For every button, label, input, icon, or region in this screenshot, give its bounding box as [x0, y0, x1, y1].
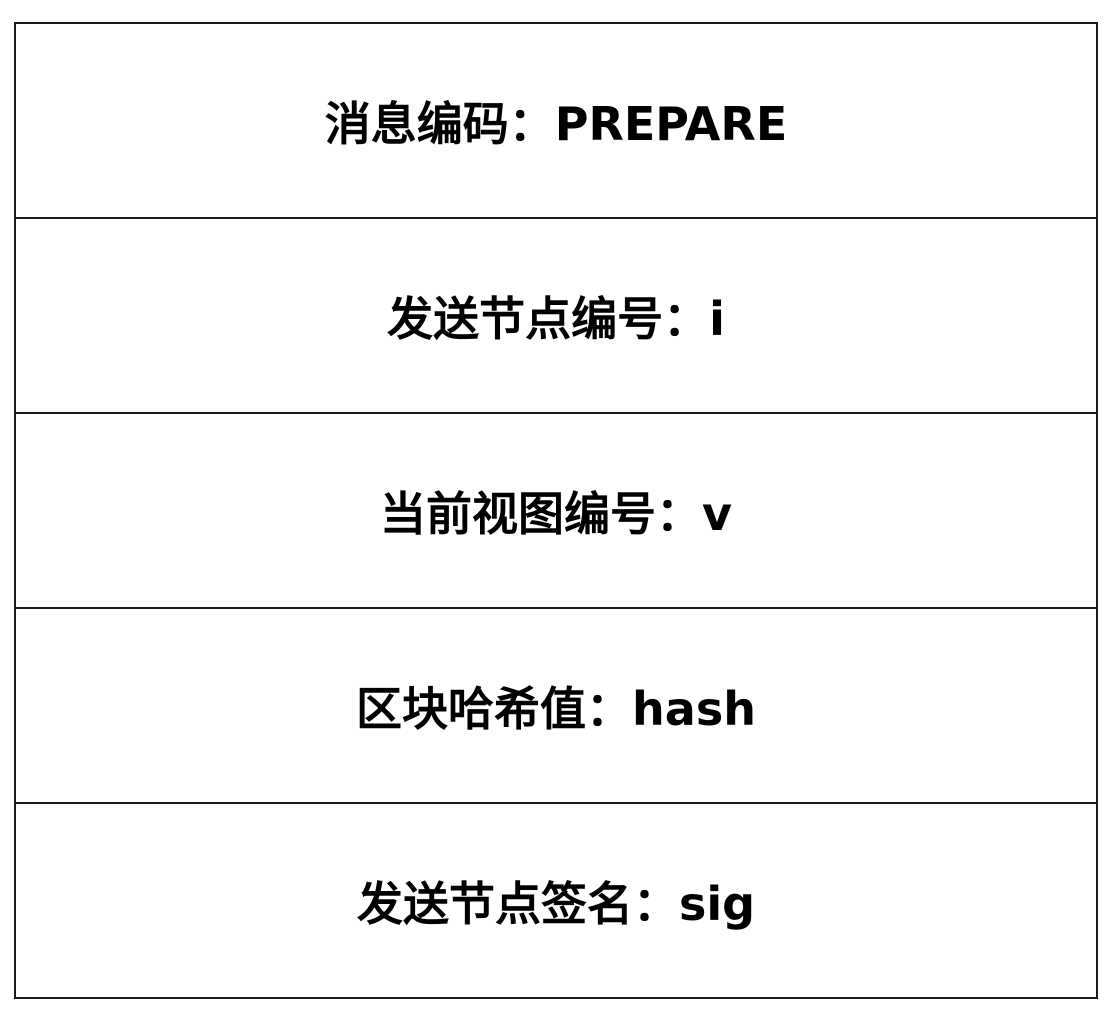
field-label-sender-node-id: 发送节点编号：i — [387, 291, 725, 346]
field-row-block-hash: 区块哈希值：hash — [16, 609, 1096, 804]
field-label-sender-signature: 发送节点签名：sig — [356, 876, 756, 931]
field-row-current-view-number: 当前视图编号：v — [16, 414, 1096, 609]
field-label-current-view-number: 当前视图编号：v — [380, 486, 732, 541]
prepare-message-structure: 消息编码：PREPARE 发送节点编号：i 当前视图编号：v 区块哈希值：has… — [14, 22, 1098, 999]
field-label-block-hash: 区块哈希值：hash — [356, 681, 756, 736]
field-row-message-code: 消息编码：PREPARE — [16, 24, 1096, 219]
field-label-message-code: 消息编码：PREPARE — [324, 96, 788, 151]
field-row-sender-signature: 发送节点签名：sig — [16, 804, 1096, 997]
field-row-sender-node-id: 发送节点编号：i — [16, 219, 1096, 414]
